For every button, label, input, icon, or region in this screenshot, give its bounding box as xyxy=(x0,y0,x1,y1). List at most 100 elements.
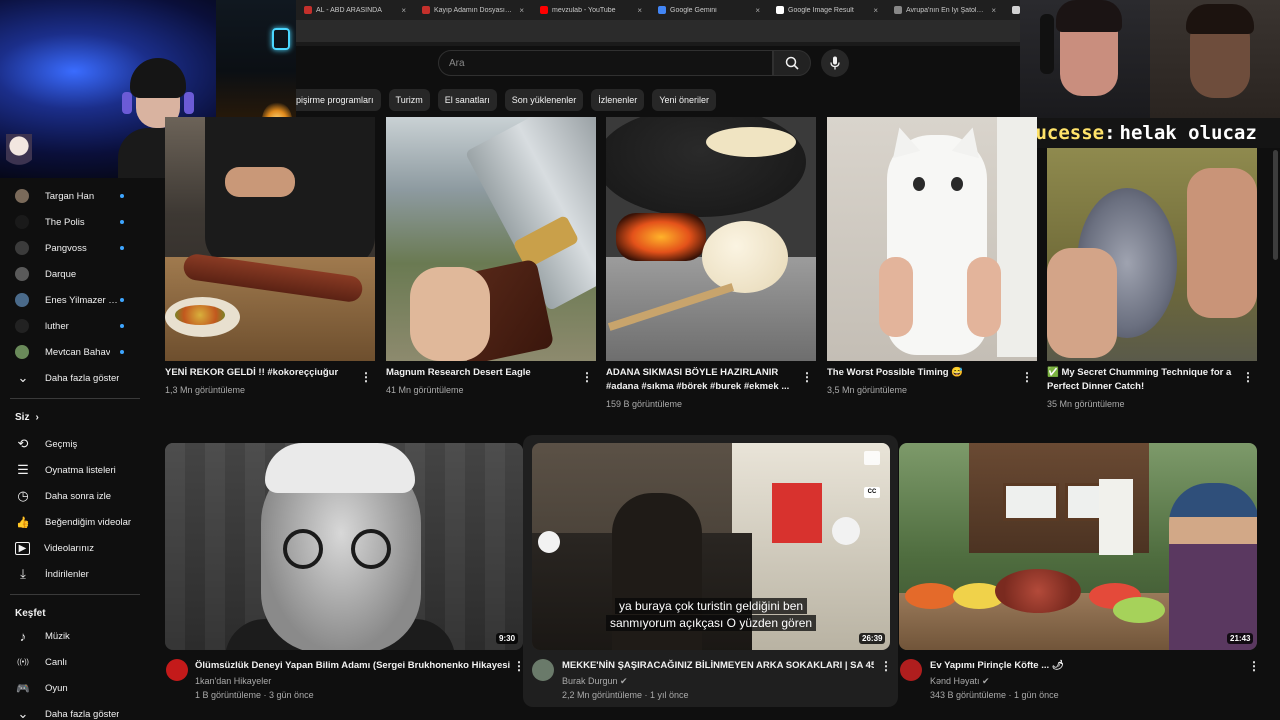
short-thumbnail[interactable] xyxy=(386,117,596,361)
sidebar-item-history[interactable]: ⟲ Geçmiş xyxy=(0,431,150,457)
browser-tab[interactable]: Google Gemini × xyxy=(650,0,768,20)
sidebar-item-music[interactable]: ♪ Müzik xyxy=(0,623,150,649)
short-views: 41 Mn görüntüleme xyxy=(386,385,464,395)
subscription-label: Mevtcan Bahav xyxy=(45,346,111,358)
short-thumbnail[interactable] xyxy=(827,117,1037,361)
closed-captions-icon[interactable]: CC xyxy=(864,487,880,498)
browser-address-bar[interactable] xyxy=(296,20,1020,42)
video-meta: 343 B görüntüleme · 1 gün önce xyxy=(930,690,1059,700)
tab-favicon-icon xyxy=(1012,6,1020,14)
video-thumbnail[interactable] xyxy=(899,443,1257,650)
chip-cooking[interactable]: pişirme programları xyxy=(296,89,381,111)
sidebar-subscription[interactable]: Darque xyxy=(0,261,150,287)
sidebar-subscription[interactable]: Pangvoss xyxy=(0,235,150,261)
gaming-icon: 🎮 xyxy=(16,682,30,695)
more-options-icon[interactable]: ⋮ xyxy=(1242,370,1254,384)
video-title[interactable]: Ölümsüzlük Deneyi Yapan Bilim Adamı (Ser… xyxy=(195,659,510,673)
browser-tab[interactable]: Bayerische Schlösserverwaltung× xyxy=(1004,0,1020,20)
channel-name[interactable]: Kənd Həyatı ✔ xyxy=(930,675,990,687)
more-options-icon[interactable]: ⋮ xyxy=(1021,370,1033,384)
browser-tab[interactable]: Google Image Result × xyxy=(768,0,886,20)
channel-avatar xyxy=(15,215,29,229)
search-input[interactable] xyxy=(449,57,772,69)
tab-favicon-icon xyxy=(658,6,666,14)
close-icon[interactable]: × xyxy=(401,6,406,15)
search-box[interactable] xyxy=(438,50,773,76)
duration-badge: 9:30 xyxy=(496,633,519,644)
tab-favicon-icon xyxy=(304,6,312,14)
browser-tab[interactable]: mevzulab - YouTube × xyxy=(532,0,650,20)
sidebar-item-your-videos[interactable]: ▶ Videolarınız xyxy=(0,535,150,561)
tab-label: AL - ABD ARASINDA xyxy=(316,6,382,14)
sidebar-item-gaming[interactable]: 🎮 Oyun xyxy=(0,675,150,701)
short-title[interactable]: Magnum Research Desert Eagle xyxy=(386,366,576,380)
video-title[interactable]: MEKKE'NİN ŞAŞIRACAĞINIZ BİLİNMEYEN ARKA … xyxy=(562,659,874,673)
sidebar-subscription[interactable]: The Polis xyxy=(0,209,150,235)
channel-name-text: Kənd Həyatı xyxy=(930,676,980,686)
video-title[interactable]: Ev Yapımı Pirinçle Köfte ... 🌶 xyxy=(930,659,1240,673)
duration-badge: 21:43 xyxy=(1227,633,1254,644)
chip-recent[interactable]: Son yüklenenler xyxy=(504,89,584,111)
close-icon[interactable]: × xyxy=(873,6,878,15)
sidebar-item-label: Canlı xyxy=(45,656,68,668)
channel-avatar[interactable] xyxy=(532,659,554,681)
close-icon[interactable]: × xyxy=(637,6,642,15)
video-thumbnail[interactable] xyxy=(165,443,523,650)
duration-badge: 26:39 xyxy=(859,633,886,644)
figurine xyxy=(6,134,32,174)
sidebar-subscription[interactable]: Mevtcan Bahav xyxy=(0,339,150,365)
channel-avatar xyxy=(15,267,29,281)
sidebar-item-playlists[interactable]: ☰ Oynatma listeleri xyxy=(0,457,150,483)
tab-label: Avrupa'nın En İyi Şatoları - Ot xyxy=(906,6,987,14)
sidebar-subscription[interactable]: Targan Han xyxy=(0,183,150,209)
sidebar-item-downloads[interactable]: ⤓ İndirilenler xyxy=(0,561,150,587)
close-icon[interactable]: × xyxy=(755,6,760,15)
short-title[interactable]: ✅ My Secret Chumming Technique for a Per… xyxy=(1047,366,1237,394)
more-options-icon[interactable]: ⋮ xyxy=(801,370,813,384)
tab-favicon-icon xyxy=(894,6,902,14)
chip-watched[interactable]: İzlenenler xyxy=(591,89,645,111)
browser-tab[interactable]: Kayıp Adamın Dosyasında On× xyxy=(414,0,532,20)
short-title[interactable]: YENİ REKOR GELDİ !! #kokoreççiuğur xyxy=(165,366,355,380)
short-title[interactable]: ADANA SIKMASI BÖYLE HAZIRLANIR #adana #s… xyxy=(606,366,796,394)
close-icon[interactable]: × xyxy=(991,6,996,15)
short-thumbnail[interactable] xyxy=(1047,148,1257,361)
channel-name-text: Burak Durgun xyxy=(562,676,618,686)
voice-search-button[interactable] xyxy=(821,49,849,77)
subscription-label: Targan Han xyxy=(45,190,95,202)
browser-tab[interactable]: Avrupa'nın En İyi Şatoları - Ot × xyxy=(886,0,1004,20)
channel-name[interactable]: Burak Durgun ✔ xyxy=(562,675,628,687)
video-thumbnail[interactable]: CC ya buraya çok turistin geldiğini ben … xyxy=(532,443,890,650)
sidebar-divider xyxy=(10,594,140,595)
sidebar-item-live[interactable]: ((•)) Canlı xyxy=(0,649,150,675)
more-options-icon[interactable]: ⋮ xyxy=(1248,659,1260,673)
more-options-icon[interactable]: ⋮ xyxy=(360,370,372,384)
channel-avatar[interactable] xyxy=(166,659,188,681)
subscription-label: The Polis xyxy=(45,216,85,228)
search-button[interactable] xyxy=(773,50,811,76)
short-thumbnail[interactable] xyxy=(165,117,375,361)
browser-tab[interactable]: AL - ABD ARASINDA × xyxy=(296,0,414,20)
sidebar-item-watch-later[interactable]: ◷ Daha sonra izle xyxy=(0,483,150,509)
more-options-icon[interactable]: ⋮ xyxy=(581,370,593,384)
short-thumbnail[interactable] xyxy=(606,117,816,361)
verified-icon: ✔ xyxy=(982,676,990,686)
more-options-icon[interactable]: ⋮ xyxy=(513,659,525,673)
chip-crafts[interactable]: El sanatları xyxy=(437,89,497,111)
you-section-header[interactable]: Siz › xyxy=(15,412,39,423)
mute-icon[interactable] xyxy=(864,451,880,465)
short-title[interactable]: The Worst Possible Timing 😅 xyxy=(827,366,1017,380)
sidebar-subscription[interactable]: luther xyxy=(0,313,150,339)
channel-avatar[interactable] xyxy=(900,659,922,681)
chip-new-suggestions[interactable]: Yeni öneriler xyxy=(652,89,717,111)
more-options-icon[interactable]: ⋮ xyxy=(880,659,892,673)
show-more-subscriptions[interactable]: ⌄ Daha fazla göster xyxy=(0,365,150,391)
sidebar-subscription[interactable]: Enes Yilmazer T... xyxy=(0,287,150,313)
chip-tourism[interactable]: Turizm xyxy=(388,89,430,111)
close-icon[interactable]: × xyxy=(519,6,524,15)
show-more-explore[interactable]: ⌄ Daha fazla göster xyxy=(0,701,150,720)
page-scrollbar[interactable] xyxy=(1273,150,1278,260)
channel-name[interactable]: 1kan'dan Hikayeler xyxy=(195,675,271,687)
sidebar-item-liked[interactable]: 👍 Beğendiğim videolar xyxy=(0,509,150,535)
tab-label: mevzulab - YouTube xyxy=(552,6,616,14)
